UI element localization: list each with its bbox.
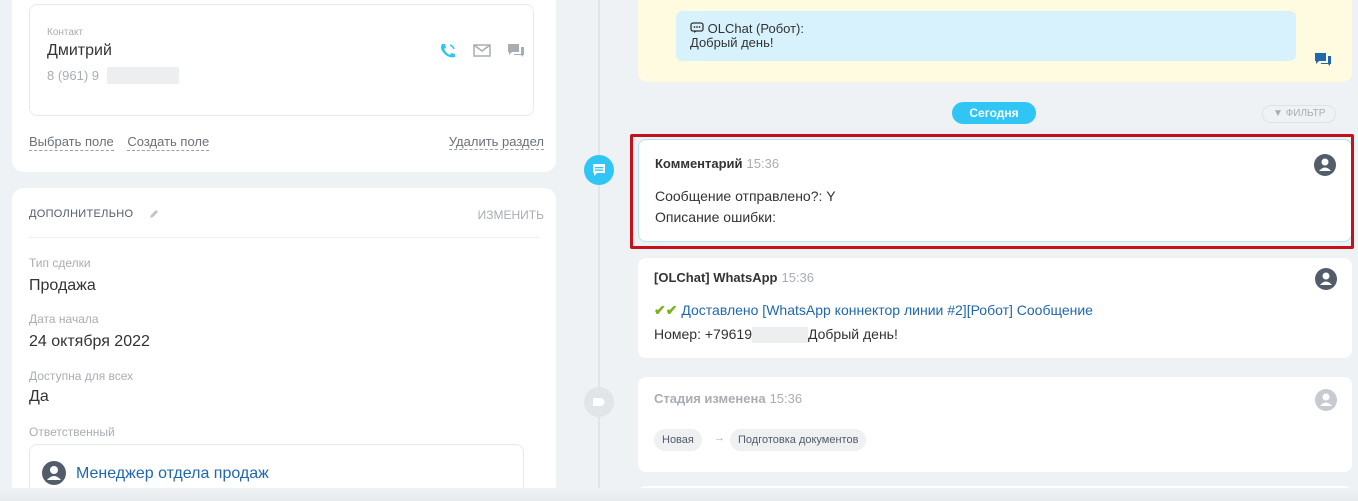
section-title: дополнительно [29, 208, 134, 220]
delivery-link[interactable]: Доставлено [WhatsApp коннектор линии #2]… [681, 302, 1093, 318]
user-avatar-icon [1315, 268, 1337, 290]
responsible-name[interactable]: Менеджер отдела продаж [76, 465, 269, 483]
filter-icon: ▼ [1273, 108, 1283, 119]
stage-to-pill: Подготовка документов [730, 429, 867, 451]
bottom-fade [0, 488, 1358, 501]
contact-box [29, 4, 534, 116]
stage-tag-icon [584, 387, 614, 417]
event-time: 15:36 [781, 270, 815, 285]
contact-name[interactable]: Дмитрий [47, 42, 112, 60]
pencil-icon[interactable] [148, 208, 160, 223]
field-label-available: Доступна для всех [29, 369, 134, 383]
event-header: Комментарий 15:36 [655, 156, 779, 171]
extra-section-card: дополнительно изменить Тип сделки Продаж… [12, 188, 556, 501]
chat-icon[interactable] [506, 42, 526, 58]
create-field-link[interactable]: Создать поле [127, 134, 210, 151]
comment-line-1: Сообщение отправлено?: Y [655, 188, 836, 204]
delete-section-link[interactable]: Удалить раздел [448, 134, 544, 150]
filter-label: фильтр [1285, 108, 1326, 119]
phone-icon[interactable] [438, 42, 458, 58]
timeline-line [598, 0, 600, 501]
field-label-responsible: Ответственный [29, 425, 115, 439]
mail-icon[interactable] [472, 42, 492, 58]
field-value-deal-type: Продажа [29, 277, 96, 294]
event-title: Стадия изменена [654, 391, 766, 406]
contact-phone[interactable]: 8 (961) 9 [47, 68, 99, 83]
chat-bubble-icon [690, 22, 704, 33]
choose-field-link[interactable]: Выбрать поле [29, 134, 114, 151]
stage-from-pill: Новая [654, 429, 702, 451]
comment-line-2: Описание ошибки: [655, 209, 776, 225]
number-suffix: Добрый день! [807, 326, 898, 342]
edit-section-button[interactable]: изменить [478, 208, 544, 222]
comment-event-card[interactable]: Комментарий 15:36 Сообщение отправлено?: … [638, 139, 1352, 242]
arrow-right-icon: → [714, 432, 725, 444]
delivery-line: ✔✔ Доставлено [WhatsApp коннектор линии … [654, 302, 1093, 319]
event-title: [OLChat] WhatsApp [654, 270, 778, 285]
contact-card: Контакт Дмитрий 8 (961) 9 Выбрать поле С… [12, 0, 556, 172]
divider [29, 237, 539, 238]
double-check-icon: ✔✔ [654, 302, 678, 318]
event-title: Комментарий [655, 156, 743, 171]
field-value-available: Да [29, 388, 49, 405]
comment-icon [584, 155, 614, 185]
event-time: 15:36 [746, 156, 780, 171]
today-badge: Сегодня [952, 102, 1036, 124]
event-time: 15:36 [769, 391, 803, 406]
field-label-deal-type: Тип сделки [29, 256, 91, 270]
event-header: Стадия изменена 15:36 [654, 391, 802, 406]
number-prefix: Номер: +79619 [654, 326, 752, 342]
chat-text: Добрый день! [690, 35, 774, 50]
field-label-start-date: Дата начала [29, 312, 99, 326]
user-avatar-icon [1315, 389, 1337, 411]
whatsapp-event-card[interactable]: [OLChat] WhatsApp 15:36 ✔✔ Доставлено [Wh… [638, 258, 1352, 358]
stage-event-card[interactable]: Стадия изменена 15:36 Новая → Подготовка … [638, 377, 1352, 472]
number-line: Номер: +79619 Добрый день! [654, 326, 898, 344]
chat-sender: OLChat (Робот): [690, 21, 804, 36]
user-avatar-icon [42, 461, 66, 485]
filter-button[interactable]: ▼ фильтр [1262, 105, 1337, 123]
field-value-start-date: 24 октября 2022 [29, 333, 150, 350]
event-header: [OLChat] WhatsApp 15:36 [654, 270, 814, 285]
chat-sender-name: OLChat (Робот): [707, 21, 804, 36]
contact-caption: Контакт [47, 27, 84, 38]
phone-blur [107, 67, 179, 84]
number-blur [751, 327, 808, 344]
user-avatar-icon [1314, 154, 1336, 176]
chat-icon[interactable] [1313, 51, 1333, 72]
